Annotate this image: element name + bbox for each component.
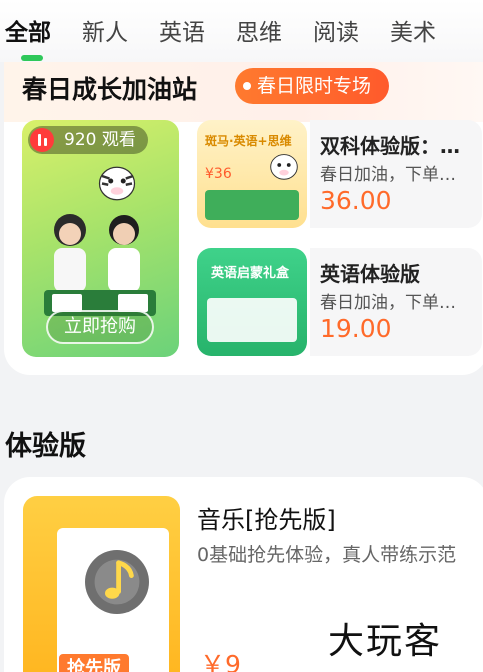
music-note-icon — [85, 550, 149, 614]
product-subtitle: 春日加油，下单有礼 — [320, 293, 466, 313]
section-title: 体验版 — [5, 431, 86, 462]
category-tabbar: 全部 新人 英语 思维 阅读 美术 — [0, 0, 483, 62]
tab-thinking[interactable]: 思维 — [236, 16, 282, 50]
product-subtitle: 春日加油，下单有礼 — [320, 165, 466, 185]
course-image[interactable]: 抢先版 — [23, 496, 180, 672]
product-image-english[interactable]: 英语启蒙礼盒 — [197, 248, 307, 356]
product-name: 英语体验版 — [320, 262, 420, 286]
watermark-logo: 大玩客 — [328, 621, 443, 662]
product-price: 19.00 — [320, 314, 392, 343]
zebra-mascot-icon — [98, 166, 136, 201]
promo-badge[interactable]: 春日限时专场 — [235, 68, 390, 104]
hosts-illustration — [44, 214, 156, 316]
course-title: 音乐[抢先版] — [197, 506, 336, 534]
active-tab-indicator — [21, 55, 43, 61]
product-info-english[interactable]: 英语体验版 春日加油，下单有礼 19.00 — [310, 248, 482, 356]
course-description: 0基础抢先体验，真人带练示范 — [197, 544, 457, 566]
tab-all[interactable]: 全部 — [5, 16, 51, 50]
tab-art[interactable]: 美术 — [390, 16, 436, 50]
product-price: 36.00 — [320, 186, 392, 215]
product-cards-illustration — [207, 298, 297, 342]
live-icon — [30, 128, 54, 152]
live-viewers-pill: 920 观看 — [28, 126, 148, 154]
product-image-title: 英语启蒙礼盒 — [211, 266, 290, 281]
product-cards-illustration — [205, 190, 299, 220]
zebra-mascot-icon — [270, 154, 298, 180]
product-name: 双科体验版：斑马·英语+思维 — [320, 134, 475, 158]
product-image-dual-subject[interactable]: 斑马·英语+思维 ¥36 — [197, 120, 307, 228]
tab-reading[interactable]: 阅读 — [313, 16, 359, 50]
tab-english[interactable]: 英语 — [159, 16, 205, 50]
live-viewers-count: 920 观看 — [64, 130, 136, 150]
product-image-price: ¥36 — [205, 166, 232, 182]
live-stream-thumbnail[interactable]: 920 观看 立即抢购 — [22, 120, 179, 357]
promo-title: 春日成长加油站 — [22, 75, 198, 104]
tab-newcomer[interactable]: 新人 — [82, 16, 128, 50]
course-price: ￥9 — [200, 650, 241, 672]
promo-card: 春日成长加油站 春日限时专场 920 观看 立即抢购 斑马·英语+思维 ¥36 … — [4, 62, 483, 375]
course-image-label: 抢先版 — [59, 654, 129, 672]
product-info-dual-subject[interactable]: 双科体验版：斑马·英语+思维 春日加油，下单有礼 36.00 — [310, 120, 482, 228]
buy-now-button[interactable]: 立即抢购 — [46, 310, 154, 344]
